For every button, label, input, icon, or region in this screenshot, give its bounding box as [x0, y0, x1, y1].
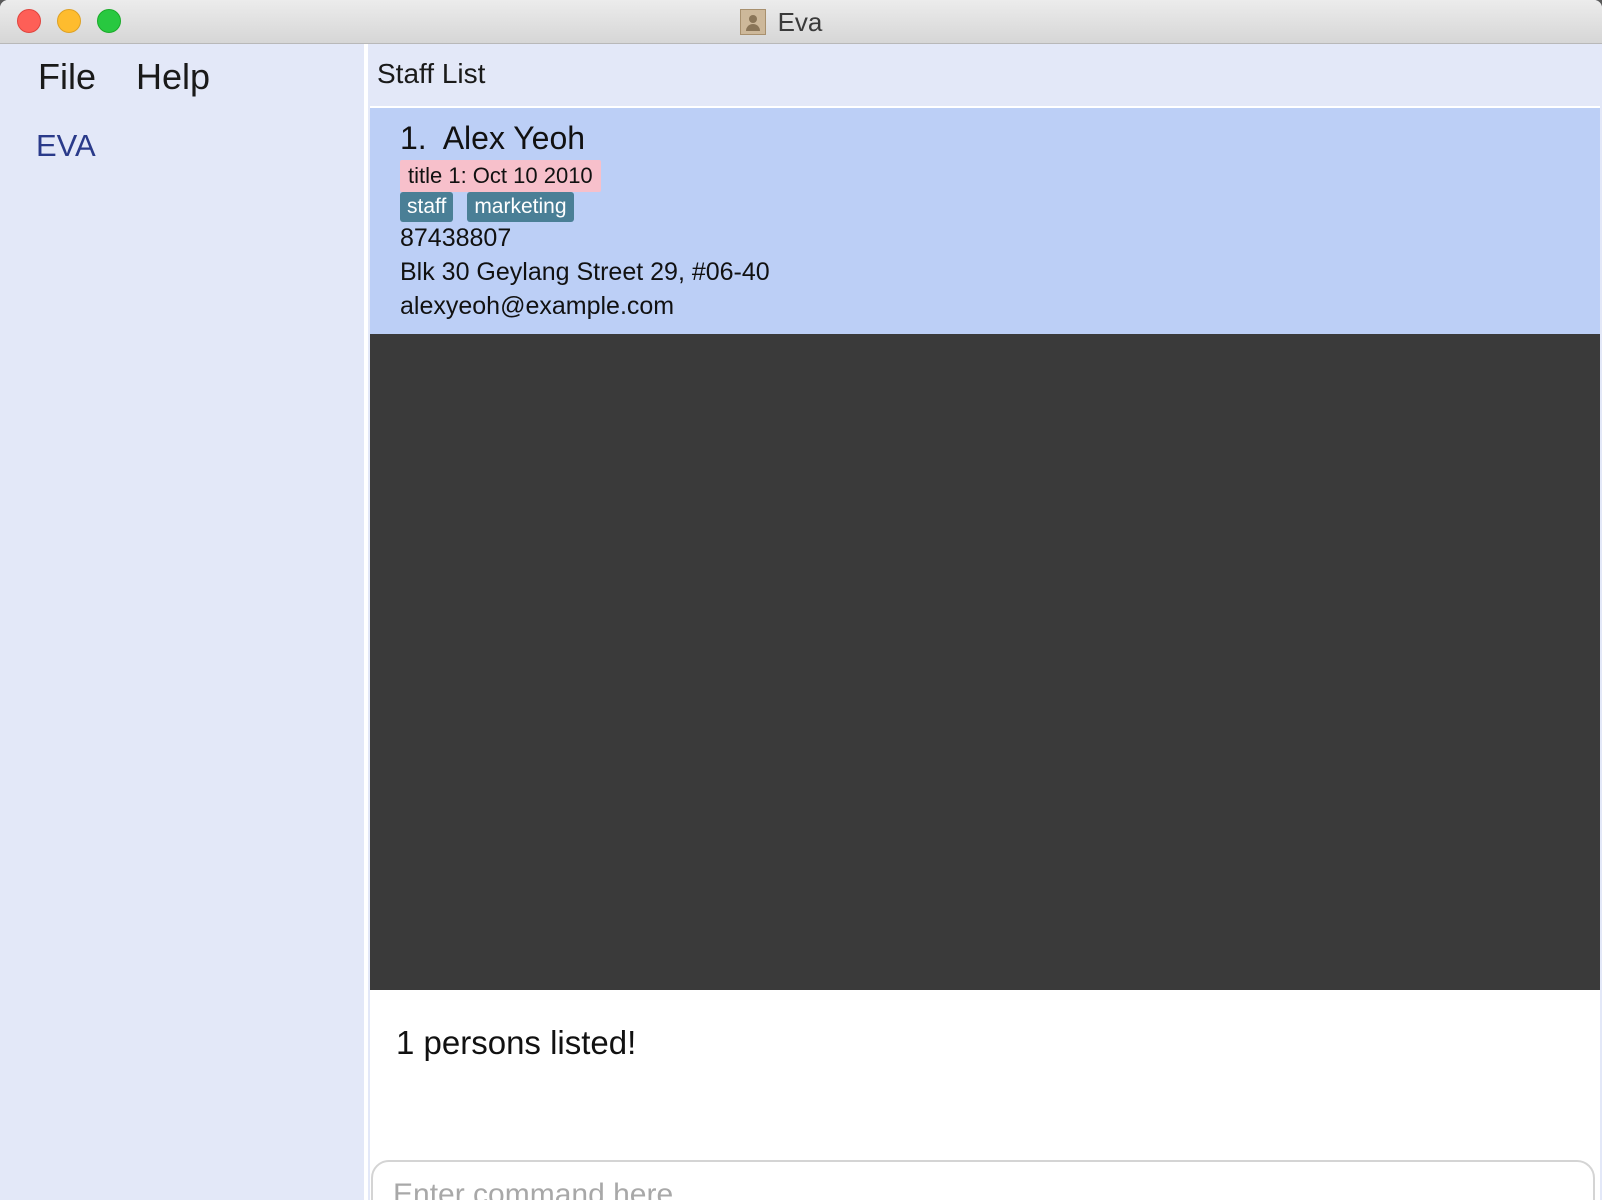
- staff-name-row: 1. Alex Yeoh: [400, 120, 585, 157]
- app-window: Eva File Help EVA Staff List 1. Alex Yeoh…: [0, 0, 1602, 1200]
- staff-card[interactable]: 1. Alex Yeoh title 1: Oct 10 2010 staff m…: [370, 108, 1600, 334]
- result-display: 1 persons listed!: [370, 990, 1600, 1154]
- result-message: 1 persons listed!: [396, 1024, 637, 1061]
- window-title: Eva: [777, 6, 823, 37]
- main-panel: Staff List 1. Alex Yeoh title 1: Oct 10 2…: [368, 44, 1602, 1200]
- panel-title: Staff List: [377, 58, 486, 89]
- staff-email: alexyeoh@example.com: [400, 292, 675, 320]
- title-wrap: Eva: [0, 0, 1602, 44]
- command-input[interactable]: [371, 1160, 1595, 1200]
- menu-file[interactable]: File: [38, 56, 96, 98]
- staff-list-header: Staff List: [368, 44, 1602, 106]
- title-bar: Eva: [0, 0, 1602, 44]
- sidebar: File Help EVA: [0, 44, 364, 1200]
- staff-address: Blk 30 Geylang Street 29, #06-40: [400, 258, 770, 286]
- contact-card-icon: [739, 9, 766, 35]
- staff-phone: 87438807: [400, 224, 512, 252]
- tag-staff: staff: [400, 192, 454, 222]
- app-brand-label: EVA: [36, 128, 96, 163]
- staff-list[interactable]: 1. Alex Yeoh title 1: Oct 10 2010 staff m…: [370, 106, 1600, 990]
- command-box: [370, 1154, 1600, 1200]
- menu-bar: File Help: [38, 56, 210, 98]
- title-tag: title 1: Oct 10 2010: [400, 160, 601, 192]
- tag-marketing: marketing: [467, 192, 574, 222]
- menu-help[interactable]: Help: [136, 56, 210, 98]
- staff-name: Alex Yeoh: [442, 120, 586, 156]
- staff-index: 1.: [400, 120, 427, 156]
- tag-list: staff marketing: [400, 192, 574, 222]
